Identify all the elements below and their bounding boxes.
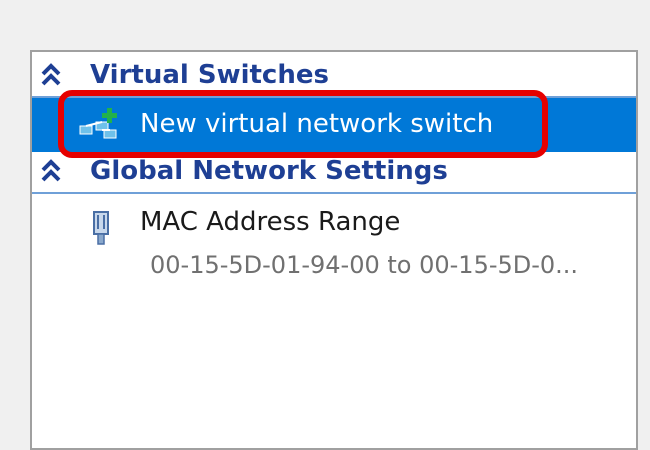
collapse-chevron-icon[interactable]	[40, 158, 62, 184]
section-title-virtual-switches: Virtual Switches	[90, 60, 329, 90]
section-header-virtual-switches[interactable]: Virtual Switches	[32, 54, 636, 98]
network-adapter-icon	[93, 211, 109, 245]
section-title-global-network-settings: Global Network Settings	[90, 156, 448, 186]
mac-address-range-value: 00-15-5D-01-94-00 to 00-15-5D-0...	[150, 251, 579, 279]
collapse-chevron-icon[interactable]	[40, 62, 62, 88]
mac-address-range-label: MAC Address Range	[140, 207, 401, 237]
network-manager-tree: Virtual Switches New virtual network swi…	[30, 50, 638, 450]
tree-item-label: New virtual network switch	[140, 109, 494, 139]
add-network-switch-icon	[79, 108, 117, 139]
section-header-global-network-settings[interactable]: Global Network Settings	[32, 150, 636, 194]
